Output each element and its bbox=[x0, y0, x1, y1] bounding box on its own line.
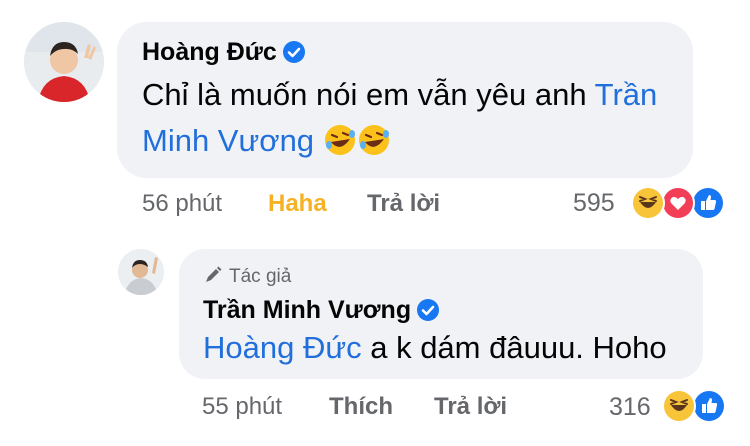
reply-button[interactable]: Trả lời bbox=[367, 190, 440, 218]
verified-badge-icon bbox=[417, 299, 440, 326]
author-label-row: Tác giả bbox=[203, 265, 291, 290]
author-pen-icon bbox=[203, 265, 223, 290]
verified-badge-icon bbox=[282, 41, 305, 68]
reply-button[interactable]: Trả lời bbox=[434, 393, 507, 421]
mention-link[interactable]: Trần bbox=[595, 77, 658, 112]
reply-bubble: Tác giả Trần Minh Vương Hoàng Đức a k dá… bbox=[179, 249, 703, 379]
author-badge-label: Tác giả bbox=[229, 266, 292, 287]
like-reaction-icon bbox=[692, 389, 726, 423]
reply-author-row: Trần Minh Vương bbox=[203, 296, 440, 326]
haha-reaction-icon bbox=[662, 389, 696, 423]
reply-mention-link[interactable]: Hoàng Đức bbox=[203, 330, 362, 365]
reply-avatar[interactable] bbox=[118, 249, 164, 295]
like-reaction-icon bbox=[691, 186, 725, 220]
reply-author-name[interactable]: Trần Minh Vương bbox=[203, 296, 411, 324]
reply-timestamp[interactable]: 55 phút bbox=[202, 393, 282, 421]
love-reaction-icon bbox=[661, 186, 695, 220]
comment-author-name[interactable]: Hoàng Đức bbox=[142, 38, 277, 66]
reply-avatar-image bbox=[118, 249, 164, 295]
comment-text-body: Chỉ là muốn nói em vẫn yêu anh bbox=[142, 77, 595, 112]
comment-timestamp[interactable]: 56 phút bbox=[142, 190, 222, 218]
haha-reaction-icon bbox=[631, 186, 665, 220]
reaction-count[interactable]: 595 bbox=[573, 189, 615, 218]
reaction-summary[interactable] bbox=[631, 186, 725, 220]
comment-author-row: Hoàng Đức bbox=[142, 38, 305, 68]
rolling-laughing-emoji-icon bbox=[357, 123, 391, 170]
reply-reaction-count[interactable]: 316 bbox=[609, 393, 651, 422]
comment-text: Chỉ là muốn nói em vẫn yêu anh Trần Minh… bbox=[142, 72, 682, 170]
reply-text: Hoàng Đức a k dám đâuuu. Hoho bbox=[203, 325, 667, 371]
avatar-image bbox=[24, 22, 104, 102]
haha-reaction-button[interactable]: Haha bbox=[268, 190, 327, 218]
reply-reaction-summary[interactable] bbox=[662, 389, 726, 423]
mention-link-continued[interactable]: Minh Vương bbox=[142, 123, 314, 158]
like-button[interactable]: Thích bbox=[329, 393, 393, 421]
reply-text-body: a k dám đâuuu. Hoho bbox=[361, 330, 667, 365]
comment-bubble: Hoàng Đức Chỉ là muốn nói em vẫn yêu anh… bbox=[117, 22, 693, 178]
rolling-laughing-emoji-icon bbox=[323, 123, 357, 170]
avatar[interactable] bbox=[24, 22, 104, 102]
